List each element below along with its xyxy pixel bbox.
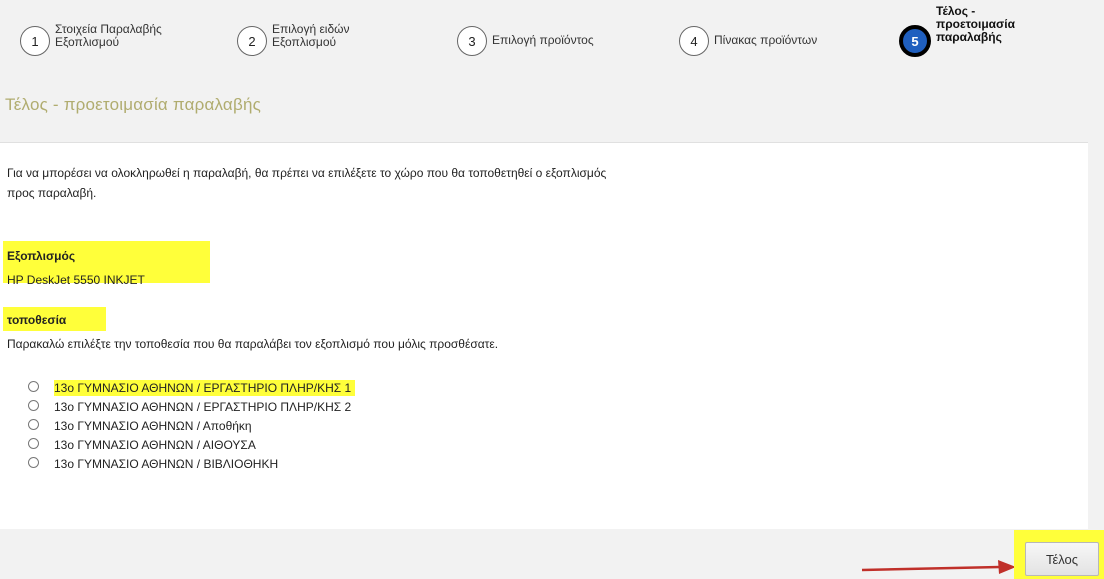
- step-label: Τέλος - προετοιμασία παραλαβής: [936, 4, 1015, 44]
- equipment-value: HP DeskJet 5550 INKJET: [7, 273, 145, 287]
- step-number: 3: [457, 26, 487, 56]
- option-label[interactable]: 13ο ΓΥΜΝΑΣΙΟ ΑΘΗΝΩΝ / Αποθήκη: [54, 419, 256, 433]
- step-label: Επιλογή ειδών Εξοπλισμού: [272, 22, 350, 49]
- option-label[interactable]: 13ο ΓΥΜΝΑΣΙΟ ΑΘΗΝΩΝ / ΕΡΓΑΣΤΗΡΙΟ ΠΛΗΡ/ΚΗ…: [54, 400, 355, 414]
- location-option[interactable]: 13ο ΓΥΜΝΑΣΙΟ ΑΘΗΝΩΝ / Αποθήκη: [28, 417, 355, 435]
- option-label[interactable]: 13ο ΓΥΜΝΑΣΙΟ ΑΘΗΝΩΝ / ΕΡΓΑΣΤΗΡΙΟ ΠΛΗΡ/ΚΗ…: [54, 380, 356, 396]
- location-title: τοποθεσία: [7, 313, 67, 327]
- location-option[interactable]: 13ο ΓΥΜΝΑΣΙΟ ΑΘΗΝΩΝ / ΕΡΓΑΣΤΗΡΙΟ ΠΛΗΡ/ΚΗ…: [28, 379, 356, 397]
- finish-button[interactable]: Τέλος: [1025, 542, 1099, 576]
- location-option[interactable]: 13ο ΓΥΜΝΑΣΙΟ ΑΘΗΝΩΝ / ΕΡΓΑΣΤΗΡΙΟ ΠΛΗΡ/ΚΗ…: [28, 398, 355, 416]
- option-label[interactable]: 13ο ΓΥΜΝΑΣΙΟ ΑΘΗΝΩΝ / ΒΙΒΛΙΟΘΗΚΗ: [54, 457, 282, 471]
- step-number: 1: [20, 26, 50, 56]
- wizard-steps: 1 Στοιχεία Παραλαβής Εξοπλισμού 2 Επιλογ…: [0, 0, 1104, 84]
- arrow-annotation: [861, 560, 1016, 574]
- radio-button[interactable]: [28, 380, 39, 392]
- step-number: 5: [899, 25, 931, 57]
- step-number: 2: [237, 26, 267, 56]
- location-help-text: Παρακαλώ επιλέξτε την τοποθεσία που θα π…: [7, 337, 499, 351]
- wizard-step-4[interactable]: 4 Πίνακας προϊόντων: [679, 26, 854, 56]
- main-panel: Για να μπορέσει να ολοκληρωθεί η παραλαβ…: [0, 142, 1088, 529]
- option-label[interactable]: 13ο ΓΥΜΝΑΣΙΟ ΑΘΗΝΩΝ / ΑΙΘΟΥΣΑ: [54, 438, 260, 452]
- step-label: Επιλογή προϊόντος: [492, 33, 594, 47]
- radio-button[interactable]: [28, 418, 39, 430]
- wizard-step-5[interactable]: 5 Τέλος - προετοιμασία παραλαβής: [899, 5, 1016, 57]
- radio-button[interactable]: [28, 456, 39, 468]
- step-number: 4: [679, 26, 709, 56]
- page-title: Τέλος - προετοιμασία παραλαβής: [5, 95, 261, 114]
- wizard-step-1[interactable]: 1 Στοιχεία Παραλαβής Εξοπλισμού: [20, 22, 173, 56]
- step-label: Πίνακας προϊόντων: [714, 33, 818, 47]
- equipment-title: Εξοπλισμός: [7, 249, 76, 263]
- intro-text: Για να μπορέσει να ολοκληρωθεί η παραλαβ…: [7, 166, 607, 200]
- location-option[interactable]: 13ο ΓΥΜΝΑΣΙΟ ΑΘΗΝΩΝ / ΑΙΘΟΥΣΑ: [28, 436, 355, 454]
- radio-button[interactable]: [28, 437, 39, 449]
- location-option[interactable]: 13ο ΓΥΜΝΑΣΙΟ ΑΘΗΝΩΝ / ΒΙΒΛΙΟΘΗΚΗ: [28, 455, 355, 473]
- step-label: Στοιχεία Παραλαβής Εξοπλισμού: [55, 22, 162, 49]
- wizard-step-2[interactable]: 2 Επιλογή ειδών Εξοπλισμού: [237, 22, 362, 56]
- wizard-step-3[interactable]: 3 Επιλογή προϊόντος: [457, 26, 632, 56]
- radio-button[interactable]: [28, 399, 39, 411]
- location-options: 13ο ΓΥΜΝΑΣΙΟ ΑΘΗΝΩΝ / ΕΡΓΑΣΤΗΡΙΟ ΠΛΗΡ/ΚΗ…: [28, 379, 356, 474]
